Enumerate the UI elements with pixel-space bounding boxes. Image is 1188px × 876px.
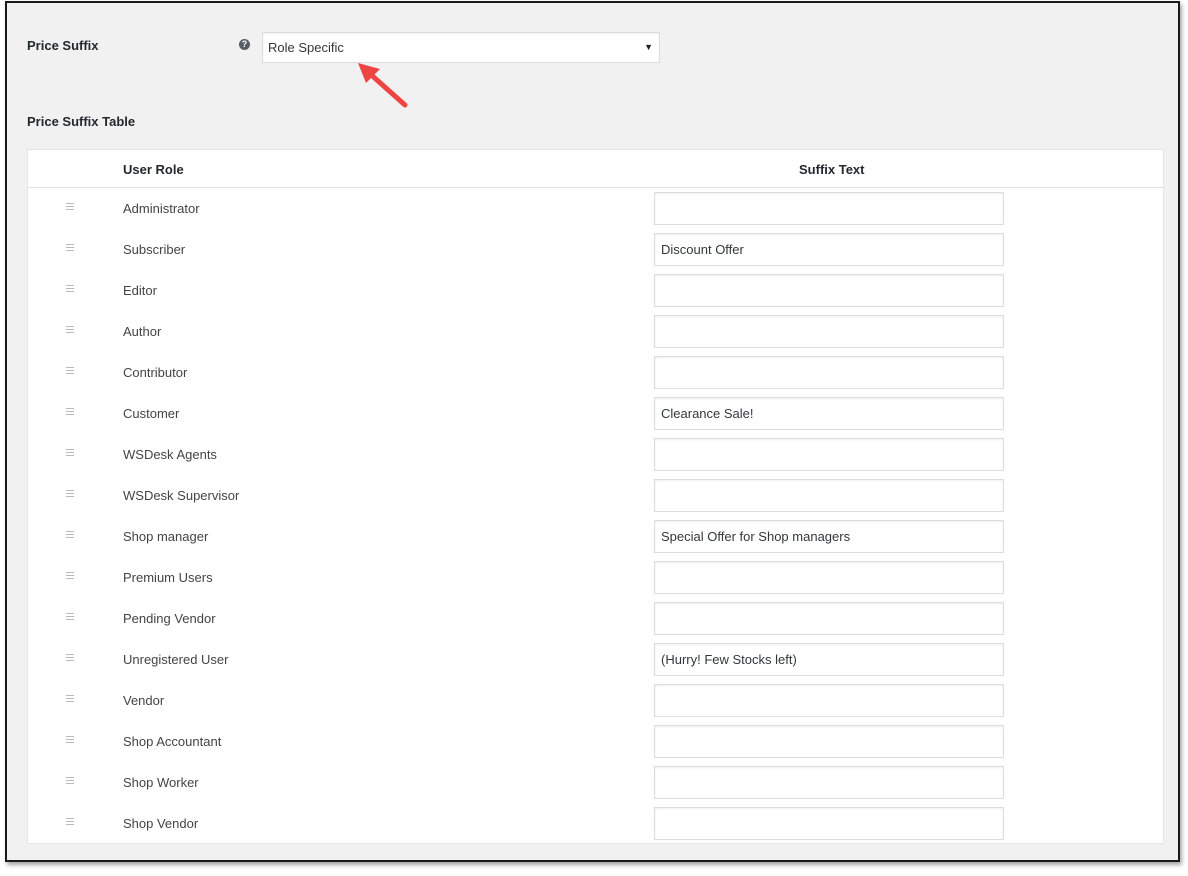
table-row: Vendor [28, 681, 1163, 722]
role-name: Editor [123, 283, 157, 298]
drag-handle-icon[interactable] [66, 531, 74, 538]
drag-handle-icon[interactable] [66, 777, 74, 784]
price-suffix-table: User Role Suffix Text Administrator Subs… [27, 149, 1164, 844]
suffix-text-input[interactable] [654, 315, 1004, 348]
suffix-text-input[interactable] [654, 274, 1004, 307]
price-suffix-selected-value: Role Specific [268, 40, 344, 55]
drag-handle-icon[interactable] [66, 408, 74, 415]
price-suffix-label: Price Suffix [27, 38, 99, 53]
table-row: Subscriber Discount Offer [28, 230, 1163, 271]
table-row: WSDesk Agents [28, 435, 1163, 476]
price-suffix-table-label: Price Suffix Table [27, 114, 136, 129]
suffix-text-input[interactable] [654, 725, 1004, 758]
table-row: Premium Users [28, 558, 1163, 599]
drag-handle-icon[interactable] [66, 654, 74, 661]
suffix-text-input[interactable] [654, 766, 1004, 799]
table-row: Contributor [28, 353, 1163, 394]
role-name: Pending Vendor [123, 611, 216, 626]
suffix-text-input[interactable] [654, 438, 1004, 471]
suffix-text-input[interactable] [654, 192, 1004, 225]
role-name: Unregistered User [123, 652, 229, 667]
role-name: Subscriber [123, 242, 186, 257]
annotation-arrow-icon [358, 63, 408, 108]
role-name: WSDesk Supervisor [123, 488, 240, 503]
role-name: WSDesk Agents [123, 447, 217, 462]
table-row: WSDesk Supervisor [28, 476, 1163, 517]
suffix-text-input[interactable]: Special Offer for Shop managers [654, 520, 1004, 553]
suffix-text-input[interactable] [654, 356, 1004, 389]
drag-handle-icon[interactable] [66, 367, 74, 374]
suffix-text-input[interactable] [654, 479, 1004, 512]
chevron-down-icon: ▼ [644, 42, 653, 52]
table-row: Author [28, 312, 1163, 353]
suffix-text-input[interactable]: Clearance Sale! [654, 397, 1004, 430]
drag-handle-icon[interactable] [66, 695, 74, 702]
suffix-text-input[interactable] [654, 807, 1004, 840]
suffix-text-input[interactable]: (Hurry! Few Stocks left) [654, 643, 1004, 676]
role-name: Customer [123, 406, 180, 421]
role-name: Premium Users [123, 570, 213, 585]
table-row: Shop Accountant [28, 722, 1163, 763]
drag-handle-icon[interactable] [66, 203, 74, 210]
drag-handle-icon[interactable] [66, 285, 74, 292]
drag-handle-icon[interactable] [66, 736, 74, 743]
table-row: Customer Clearance Sale! [28, 394, 1163, 435]
suffix-text-input[interactable] [654, 684, 1004, 717]
user-role-header: User Role [123, 162, 184, 177]
table-row: Shop Worker [28, 763, 1163, 804]
role-name: Author [123, 324, 162, 339]
role-name: Shop Worker [123, 775, 199, 790]
role-name: Administrator [123, 201, 200, 216]
role-name: Shop Vendor [123, 816, 199, 831]
drag-handle-icon[interactable] [66, 326, 74, 333]
drag-handle-icon[interactable] [66, 244, 74, 251]
drag-handle-icon[interactable] [66, 449, 74, 456]
drag-handle-icon[interactable] [66, 490, 74, 497]
role-name: Shop manager [123, 529, 209, 544]
table-row: Administrator [28, 189, 1163, 230]
suffix-text-input[interactable]: Discount Offer [654, 233, 1004, 266]
table-row: Editor [28, 271, 1163, 312]
role-name: Shop Accountant [123, 734, 222, 749]
table-row: Unregistered User (Hurry! Few Stocks lef… [28, 640, 1163, 681]
table-row: Shop manager Special Offer for Shop mana… [28, 517, 1163, 558]
suffix-text-header: Suffix Text [799, 162, 865, 177]
table-header: User Role Suffix Text [28, 150, 1163, 188]
drag-handle-icon[interactable] [66, 572, 74, 579]
settings-panel: Price Suffix ? Role Specific ▼ Price Suf… [5, 1, 1180, 862]
drag-handle-icon[interactable] [66, 613, 74, 620]
suffix-text-input[interactable] [654, 602, 1004, 635]
role-name: Contributor [123, 365, 188, 380]
price-suffix-select[interactable]: Role Specific ▼ [262, 32, 660, 63]
table-row: Pending Vendor [28, 599, 1163, 640]
drag-handle-icon[interactable] [66, 818, 74, 825]
role-name: Vendor [123, 693, 165, 708]
help-icon[interactable]: ? [239, 39, 250, 50]
suffix-text-input[interactable] [654, 561, 1004, 594]
table-row: Shop Vendor [28, 804, 1163, 845]
